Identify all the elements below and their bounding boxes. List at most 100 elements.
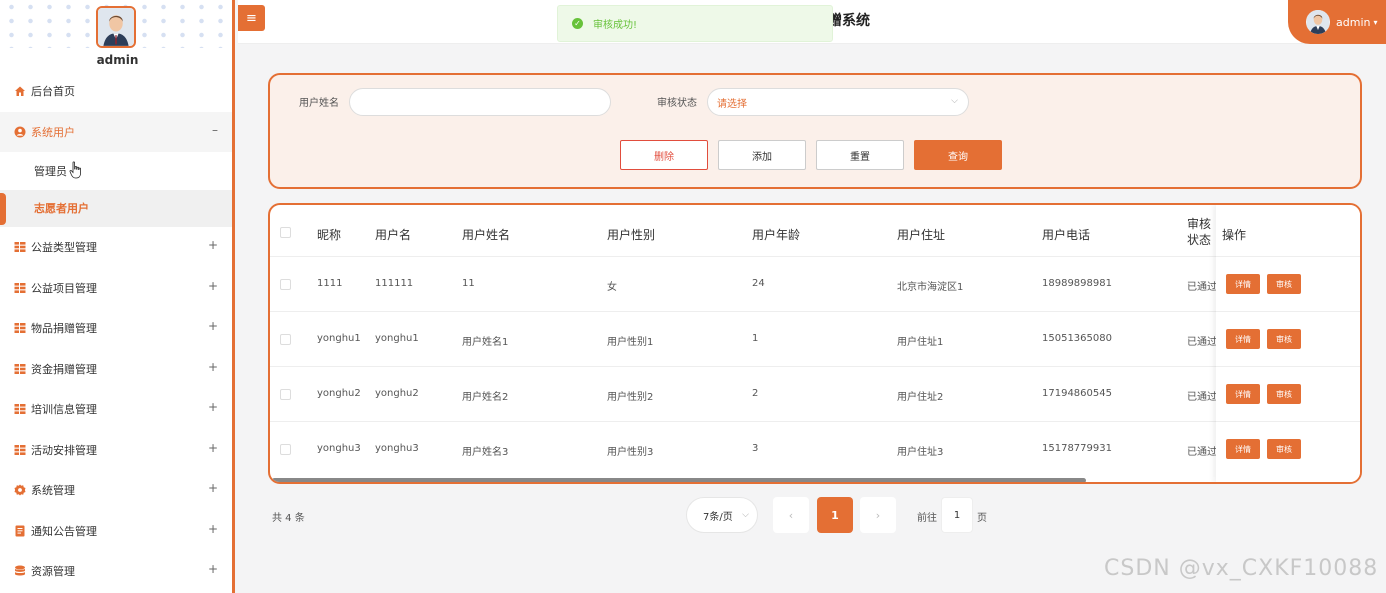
admin-avatar[interactable] xyxy=(96,6,136,48)
select-all-checkbox[interactable] xyxy=(280,227,291,238)
sidebar-item-charity-projects[interactable]: 公益项目管理 + xyxy=(0,268,232,309)
sidebar-item-label: 活动安排管理 xyxy=(31,443,97,457)
sidebar-item-system-management[interactable]: 系统管理 + xyxy=(0,470,232,511)
hamburger-icon: ≡ xyxy=(246,10,257,26)
sidebar-item-training-info[interactable]: 培训信息管理 + xyxy=(0,389,232,430)
sidebar-item-notices[interactable]: 通知公告管理 + xyxy=(0,511,232,552)
add-button[interactable]: 添加 xyxy=(718,140,806,170)
column-header-address: 用户住址 xyxy=(897,228,946,242)
detail-button[interactable]: 详情 xyxy=(1226,274,1260,294)
sidebar: admin 后台首页 系统用户 – 管理员 志愿者用户 公益类型管理 + 公益项… xyxy=(0,0,235,593)
chevron-down-icon: ⌵ xyxy=(742,510,749,520)
column-header-username: 用户名 xyxy=(375,228,412,242)
sidebar-item-system-users[interactable]: 系统用户 – xyxy=(0,111,232,152)
expand-icon[interactable]: + xyxy=(208,481,218,495)
hand-pointer-icon xyxy=(69,161,81,179)
sidebar-item-item-donations[interactable]: 物品捐赠管理 + xyxy=(0,308,232,349)
sidebar-item-label: 系统管理 xyxy=(31,484,75,498)
cell-username: yonghu1 xyxy=(375,333,419,344)
sidebar-subitem-admin[interactable]: 管理员 xyxy=(0,152,232,190)
sidebar-item-resources[interactable]: 资源管理 + xyxy=(0,551,232,592)
sidebar-item-label: 公益类型管理 xyxy=(31,241,97,255)
admin-name: admin xyxy=(96,53,139,67)
review-button[interactable]: 审核 xyxy=(1267,384,1301,404)
app-root: admin 后台首页 系统用户 – 管理员 志愿者用户 公益类型管理 + 公益项… xyxy=(0,0,1386,593)
menu-toggle-button[interactable]: ≡ xyxy=(238,5,265,31)
cell-address: 用户住址3 xyxy=(897,447,944,458)
goto-page-input[interactable]: 1 xyxy=(941,497,973,533)
review-button[interactable]: 审核 xyxy=(1267,274,1301,294)
cell-realname: 用户姓名2 xyxy=(462,392,509,403)
sidebar-subitem-volunteer-users[interactable]: 志愿者用户 xyxy=(0,189,232,227)
sidebar-item-label: 物品捐赠管理 xyxy=(31,322,97,336)
column-header-actions: 操作 xyxy=(1222,228,1247,242)
cell-username: yonghu3 xyxy=(375,443,419,454)
sidebar-item-activity-schedule[interactable]: 活动安排管理 + xyxy=(0,430,232,471)
expand-icon[interactable]: + xyxy=(208,562,218,576)
sidebar-item-charity-types[interactable]: 公益类型管理 + xyxy=(0,227,232,268)
cell-username: 111111 xyxy=(375,278,414,289)
collapse-icon[interactable]: – xyxy=(212,123,218,137)
actions-column: 操作 详情 审核 详情 审核 详情 审核 详情 审核 xyxy=(1216,205,1360,482)
expand-icon[interactable]: + xyxy=(208,238,218,252)
cell-address: 用户住址2 xyxy=(897,392,944,403)
name-filter-input[interactable] xyxy=(349,88,611,116)
expand-icon[interactable]: + xyxy=(208,522,218,536)
user-circle-icon xyxy=(14,126,26,138)
column-header-status: 审核状态 xyxy=(1187,217,1212,247)
page-size-select[interactable]: 7条/页 ⌵ xyxy=(686,497,758,533)
row-checkbox[interactable] xyxy=(280,279,291,290)
user-menu-label: admin xyxy=(1336,15,1371,29)
sidebar-item-fund-donations[interactable]: 资金捐赠管理 + xyxy=(0,349,232,390)
cell-username: yonghu2 xyxy=(375,388,419,399)
cell-age: 2 xyxy=(752,388,759,399)
row-divider xyxy=(1216,366,1360,367)
cell-address: 北京市海淀区1 xyxy=(897,282,964,293)
check-circle-icon: ✓ xyxy=(572,18,583,29)
detail-button[interactable]: 详情 xyxy=(1226,329,1260,349)
reset-button[interactable]: 重置 xyxy=(816,140,904,170)
sidebar-item-home[interactable]: 后台首页 xyxy=(0,71,232,112)
sidebar-subitem-label: 管理员 xyxy=(34,164,67,178)
detail-button[interactable]: 详情 xyxy=(1226,439,1260,459)
sidebar-item-label: 资源管理 xyxy=(31,565,75,579)
row-checkbox[interactable] xyxy=(280,334,291,345)
expand-icon[interactable]: + xyxy=(208,319,218,333)
review-button[interactable]: 审核 xyxy=(1267,329,1301,349)
sidebar-item-label: 培训信息管理 xyxy=(31,403,97,417)
review-button[interactable]: 审核 xyxy=(1267,439,1301,459)
cell-gender: 用户性别2 xyxy=(607,392,654,403)
prev-page-button[interactable]: ‹ xyxy=(773,497,809,533)
row-checkbox[interactable] xyxy=(280,444,291,455)
page-number-button[interactable]: 1 xyxy=(817,497,853,533)
user-menu[interactable]: admin ▾ xyxy=(1288,0,1386,44)
name-filter-label: 用户姓名 xyxy=(299,98,339,109)
expand-icon[interactable]: + xyxy=(208,279,218,293)
user-avatar xyxy=(1306,10,1330,34)
delete-button[interactable]: 删除 xyxy=(620,140,708,170)
detail-button[interactable]: 详情 xyxy=(1226,384,1260,404)
top-bar: ≡ 赠系统 ✓ 审核成功! admin ▾ xyxy=(238,0,1386,44)
expand-icon[interactable]: + xyxy=(208,441,218,455)
system-title: 赠系统 xyxy=(828,13,870,29)
success-toast: ✓ 审核成功! xyxy=(557,5,833,42)
grid-icon xyxy=(14,363,26,375)
row-divider xyxy=(1216,311,1360,312)
column-header-realname: 用户姓名 xyxy=(462,228,511,242)
row-checkbox[interactable] xyxy=(280,389,291,400)
next-page-button[interactable]: › xyxy=(860,497,896,533)
expand-icon[interactable]: + xyxy=(208,400,218,414)
grid-icon xyxy=(14,282,26,294)
status-filter-select[interactable]: 请选择 ⌵ xyxy=(707,88,969,116)
column-header-phone: 用户电话 xyxy=(1042,228,1091,242)
chevron-down-icon: ⌵ xyxy=(951,96,958,106)
expand-icon[interactable]: + xyxy=(208,360,218,374)
sidebar-menu: 后台首页 系统用户 – 管理员 志愿者用户 公益类型管理 + 公益项目管理 + … xyxy=(0,71,232,592)
row-divider xyxy=(270,366,1360,367)
query-button[interactable]: 查询 xyxy=(914,140,1002,170)
document-icon xyxy=(14,525,26,537)
cell-nickname: yonghu2 xyxy=(317,388,361,399)
cell-status: 已通过 xyxy=(1187,447,1217,458)
horizontal-scrollbar[interactable] xyxy=(272,478,1086,482)
sidebar-item-label: 公益项目管理 xyxy=(31,281,97,295)
